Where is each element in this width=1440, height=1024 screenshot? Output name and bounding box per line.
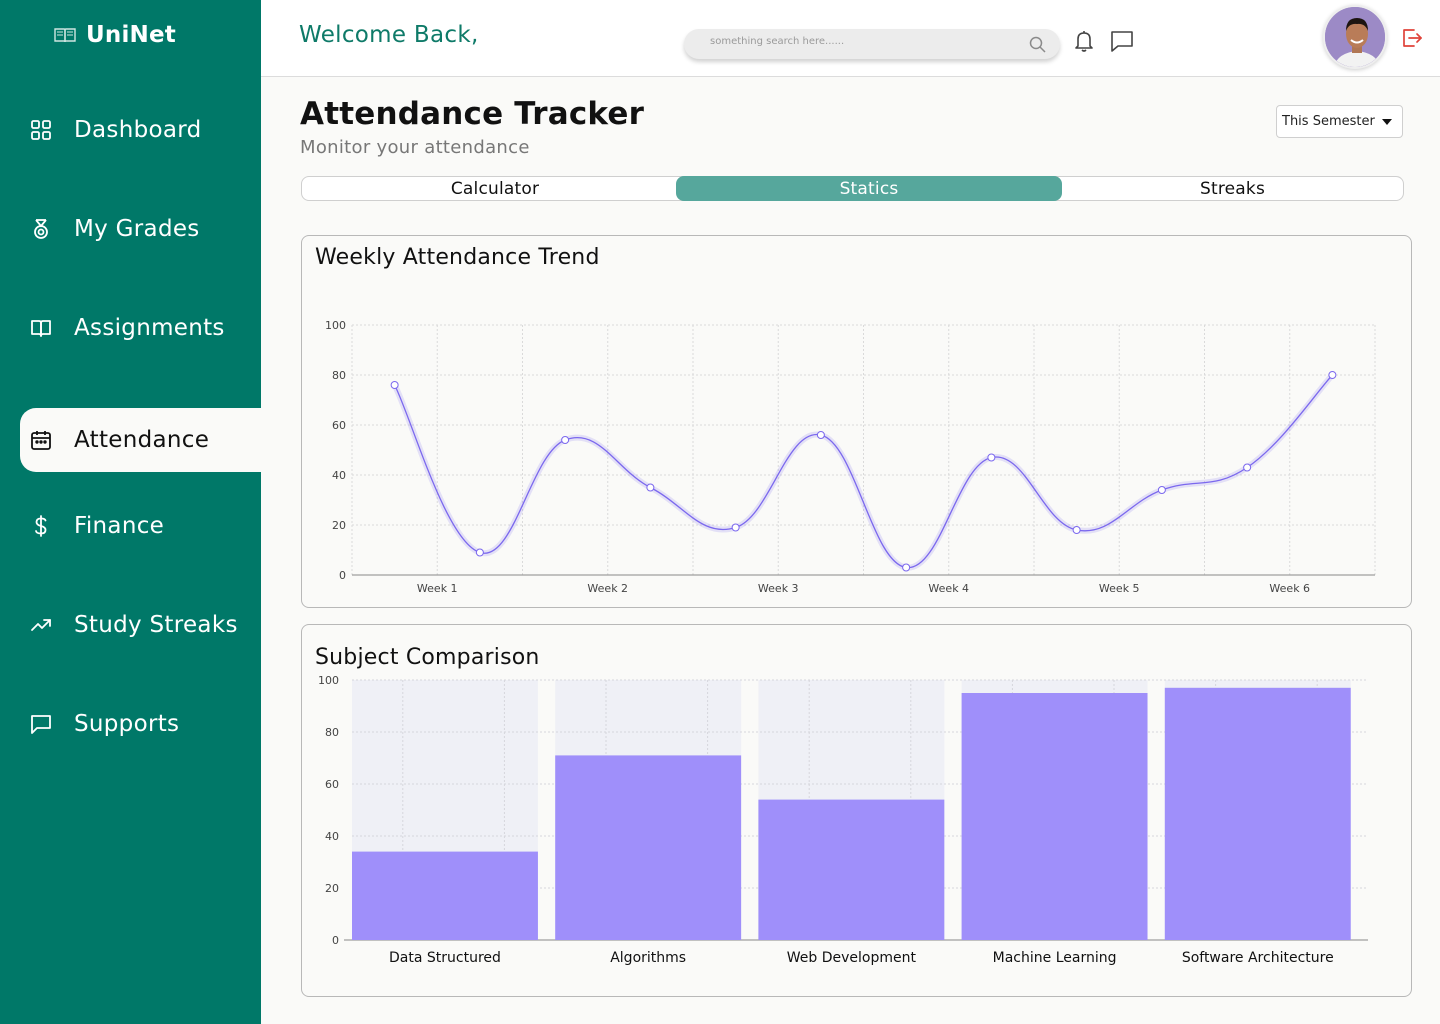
logout-icon[interactable] bbox=[1401, 27, 1423, 49]
sidebar-item-label: My Grades bbox=[74, 216, 200, 242]
brand-name: UniNet bbox=[86, 22, 176, 48]
data-point bbox=[646, 483, 655, 492]
search-bar[interactable] bbox=[684, 29, 1060, 59]
page-subtitle: Monitor your attendance bbox=[300, 137, 530, 158]
caret-down-icon bbox=[1382, 119, 1392, 125]
y-tick-label: 60 bbox=[332, 419, 346, 432]
view-tabs: Calculator Statics Streaks bbox=[301, 176, 1404, 201]
x-category-label: Algorithms bbox=[610, 950, 686, 966]
subject-comparison-card: Subject Comparison 0 20 40 60 80 100 Data Stru… bbox=[301, 624, 1412, 997]
data-point bbox=[1072, 526, 1081, 534]
y-tick-label: 0 bbox=[339, 569, 346, 582]
x-tick-label: Week 2 bbox=[587, 582, 628, 595]
welcome-text: Welcome Back, bbox=[299, 22, 479, 48]
y-tick-label: 40 bbox=[325, 830, 339, 843]
tab-streaks[interactable]: Streaks bbox=[1062, 176, 1403, 201]
weekly-trend-card: Weekly Attendance Trend 0 20 40 60 80 100 Week… bbox=[301, 235, 1412, 608]
weekly-trend-chart: 0 20 40 60 80 100 Week 1 Week 2 Week 3 Week 4 Week… bbox=[325, 319, 1376, 595]
y-tick-label: 80 bbox=[325, 726, 339, 739]
trending-up-icon bbox=[30, 614, 52, 636]
x-tick-label: Week 3 bbox=[758, 582, 799, 595]
tab-label: Streaks bbox=[1199, 178, 1266, 199]
sidebar-item-assignments[interactable]: Assignments bbox=[20, 296, 261, 360]
bar bbox=[1164, 687, 1351, 940]
tab-label: Statics bbox=[839, 178, 899, 199]
y-tick-label: 20 bbox=[325, 882, 339, 895]
book-logo-icon bbox=[54, 28, 76, 43]
y-tick-label: 60 bbox=[325, 778, 339, 791]
bar bbox=[555, 755, 742, 940]
sidebar-item-dashboard[interactable]: Dashboard bbox=[20, 98, 261, 162]
medal-icon bbox=[30, 218, 52, 240]
x-category-label: Software Architecture bbox=[1182, 950, 1334, 966]
search-icon[interactable] bbox=[1029, 36, 1046, 53]
message-icon[interactable] bbox=[1110, 29, 1134, 53]
data-point bbox=[902, 563, 911, 572]
top-header: Welcome Back, bbox=[261, 0, 1440, 77]
sidebar-item-finance[interactable]: Finance bbox=[20, 494, 261, 558]
grid-icon bbox=[30, 119, 52, 141]
y-tick-label: 80 bbox=[332, 369, 346, 382]
data-point bbox=[731, 523, 740, 532]
x-tick-label: Week 6 bbox=[1269, 582, 1310, 595]
y-tick-label: 100 bbox=[318, 674, 339, 687]
chat-icon bbox=[30, 713, 52, 735]
bar bbox=[352, 851, 538, 940]
avatar[interactable] bbox=[1323, 5, 1387, 69]
data-point bbox=[1243, 463, 1252, 472]
calendar-icon bbox=[30, 429, 52, 451]
sidebar-item-label: Study Streaks bbox=[74, 612, 238, 638]
sidebar-item-my-grades[interactable]: My Grades bbox=[20, 197, 261, 261]
sidebar: UniNet Dashboard My Grades Assignments A… bbox=[0, 0, 261, 1024]
sidebar-item-label: Supports bbox=[74, 711, 180, 737]
tab-statics[interactable]: Statics bbox=[676, 176, 1062, 201]
dollar-icon bbox=[30, 515, 52, 537]
y-tick-label: 100 bbox=[325, 319, 346, 332]
tab-label: Calculator bbox=[450, 178, 540, 199]
brand[interactable]: UniNet bbox=[54, 22, 176, 48]
tab-calculator[interactable]: Calculator bbox=[302, 176, 688, 201]
bar bbox=[961, 693, 1148, 940]
sidebar-item-attendance[interactable]: Attendance bbox=[20, 408, 261, 472]
x-category-label: Machine Learning bbox=[993, 950, 1117, 966]
y-tick-label: 20 bbox=[332, 519, 346, 532]
bell-icon[interactable] bbox=[1072, 29, 1096, 53]
sidebar-item-supports[interactable]: Supports bbox=[20, 692, 261, 756]
x-category-label: Web Development bbox=[787, 950, 917, 966]
book-icon bbox=[30, 317, 52, 339]
data-point bbox=[390, 381, 399, 389]
x-tick-label: Week 4 bbox=[928, 582, 969, 595]
search-input[interactable] bbox=[710, 36, 1010, 47]
period-select-value: This Semester bbox=[1282, 114, 1375, 129]
data-point bbox=[1328, 371, 1337, 379]
data-point bbox=[1157, 486, 1166, 494]
x-tick-label: Week 1 bbox=[417, 582, 458, 595]
sidebar-item-study-streaks[interactable]: Study Streaks bbox=[20, 593, 261, 657]
sidebar-item-label: Attendance bbox=[74, 427, 210, 453]
page-title: Attendance Tracker bbox=[300, 96, 645, 132]
sidebar-item-label: Finance bbox=[74, 513, 165, 539]
x-category-label: Data Structured bbox=[389, 950, 501, 966]
y-tick-label: 40 bbox=[332, 469, 346, 482]
data-point bbox=[475, 548, 484, 557]
data-point bbox=[816, 431, 825, 439]
data-point bbox=[987, 453, 996, 462]
bar bbox=[758, 799, 945, 940]
x-tick-label: Week 5 bbox=[1099, 582, 1140, 595]
subject-comparison-chart: 0 20 40 60 80 100 Data Structured Algorithms Web… bbox=[318, 674, 1368, 966]
y-tick-label: 0 bbox=[332, 934, 339, 947]
app-root: UniNet Dashboard My Grades Assignments A… bbox=[0, 0, 1440, 1024]
data-point bbox=[561, 436, 570, 444]
sidebar-item-label: Assignments bbox=[74, 315, 225, 341]
period-select[interactable]: This Semester bbox=[1276, 105, 1403, 138]
sidebar-item-label: Dashboard bbox=[74, 117, 202, 143]
user-photo bbox=[1325, 7, 1385, 67]
